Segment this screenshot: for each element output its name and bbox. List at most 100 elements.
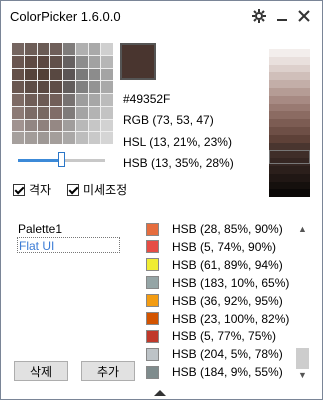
grid-checkbox[interactable]: 격자 bbox=[13, 181, 51, 198]
color-list-item[interactable]: HSB (5, 74%, 90%) bbox=[146, 238, 276, 256]
grid-cell[interactable] bbox=[88, 43, 101, 55]
gradient-step[interactable] bbox=[269, 181, 310, 190]
grid-cell[interactable] bbox=[50, 43, 62, 55]
grid-cell[interactable] bbox=[12, 106, 24, 119]
gradient-step[interactable] bbox=[269, 189, 310, 198]
palette-list[interactable]: Palette1 Flat UI bbox=[17, 221, 127, 253]
grid-cell[interactable] bbox=[12, 94, 24, 106]
grid-cell[interactable] bbox=[63, 55, 75, 68]
gradient-step[interactable] bbox=[269, 134, 310, 143]
gradient-step[interactable] bbox=[269, 111, 310, 120]
hsl-value[interactable]: HSL (13, 21%, 23%) bbox=[123, 135, 232, 149]
grid-cell[interactable] bbox=[101, 81, 113, 93]
gradient-step[interactable] bbox=[269, 56, 310, 65]
hsb-value[interactable]: HSB (13, 35%, 28%) bbox=[123, 156, 234, 170]
gradient-step[interactable] bbox=[269, 95, 310, 104]
scroll-thumb[interactable] bbox=[296, 348, 309, 369]
grid-cell[interactable] bbox=[88, 132, 101, 144]
grid-cell[interactable] bbox=[63, 43, 75, 55]
gradient-step[interactable] bbox=[269, 64, 310, 73]
grid-cell[interactable] bbox=[101, 68, 113, 81]
grid-cell[interactable] bbox=[50, 55, 62, 68]
grid-cell[interactable] bbox=[63, 68, 75, 81]
grid-cell[interactable] bbox=[88, 119, 101, 132]
grid-cell[interactable] bbox=[50, 119, 62, 132]
grid-cell[interactable] bbox=[50, 106, 62, 119]
gradient-step[interactable] bbox=[269, 103, 310, 112]
color-grid[interactable] bbox=[12, 43, 113, 144]
grid-cell[interactable] bbox=[75, 68, 88, 81]
palette-item[interactable]: Palette1 bbox=[17, 221, 127, 237]
color-list-item[interactable]: HSB (61, 89%, 94%) bbox=[146, 256, 283, 274]
grid-cell[interactable] bbox=[12, 43, 24, 55]
slider-thumb[interactable] bbox=[57, 152, 65, 167]
hex-value[interactable]: #49352F bbox=[123, 92, 170, 106]
delete-button[interactable]: 삭제 bbox=[14, 361, 68, 381]
grid-cell[interactable] bbox=[24, 132, 37, 144]
checkbox-icon[interactable] bbox=[67, 183, 79, 196]
grid-cell[interactable] bbox=[75, 43, 88, 55]
grid-cell[interactable] bbox=[75, 119, 88, 132]
color-list-item[interactable]: HSB (204, 5%, 78%) bbox=[146, 345, 283, 363]
grid-cell[interactable] bbox=[37, 68, 50, 81]
grid-cell[interactable] bbox=[101, 55, 113, 68]
grid-cell[interactable] bbox=[88, 68, 101, 81]
fine-tune-checkbox[interactable]: 미세조정 bbox=[67, 181, 127, 198]
grid-cell[interactable] bbox=[101, 106, 113, 119]
grid-cell[interactable] bbox=[88, 81, 101, 93]
grid-cell[interactable] bbox=[37, 132, 50, 144]
grid-cell[interactable] bbox=[37, 94, 50, 106]
color-list-item[interactable]: HSB (28, 85%, 90%) bbox=[146, 220, 283, 238]
color-list-item[interactable]: HSB (184, 9%, 55%) bbox=[146, 363, 283, 381]
grid-cell[interactable] bbox=[63, 119, 75, 132]
color-list-item[interactable]: HSB (183, 10%, 65%) bbox=[146, 274, 289, 292]
grid-cell[interactable] bbox=[101, 43, 113, 55]
grid-cell[interactable] bbox=[75, 81, 88, 93]
gradient-step[interactable] bbox=[269, 173, 310, 182]
grid-cell[interactable] bbox=[75, 132, 88, 144]
gradient-step[interactable] bbox=[269, 87, 310, 96]
grid-cell[interactable] bbox=[50, 68, 62, 81]
grid-cell[interactable] bbox=[24, 68, 37, 81]
grid-cell[interactable] bbox=[63, 106, 75, 119]
grid-cell[interactable] bbox=[24, 106, 37, 119]
grid-cell[interactable] bbox=[12, 119, 24, 132]
grid-cell[interactable] bbox=[75, 55, 88, 68]
gradient-step[interactable] bbox=[269, 126, 310, 135]
grid-cell[interactable] bbox=[37, 119, 50, 132]
grid-cell[interactable] bbox=[63, 132, 75, 144]
expand-arrow-icon[interactable] bbox=[154, 390, 166, 396]
grid-cell[interactable] bbox=[24, 81, 37, 93]
grid-cell[interactable] bbox=[12, 68, 24, 81]
color-list-item[interactable]: HSB (23, 100%, 82%) bbox=[146, 310, 289, 328]
add-button[interactable]: 추가 bbox=[81, 361, 135, 381]
rgb-value[interactable]: RGB (73, 53, 47) bbox=[123, 113, 214, 127]
grid-cell[interactable] bbox=[37, 106, 50, 119]
grid-cell[interactable] bbox=[75, 106, 88, 119]
grid-cell[interactable] bbox=[12, 81, 24, 93]
grid-cell[interactable] bbox=[24, 119, 37, 132]
grid-cell[interactable] bbox=[63, 81, 75, 93]
gradient-step[interactable] bbox=[269, 119, 310, 127]
scrollbar[interactable]: ▲ ▼ bbox=[294, 220, 311, 382]
grid-cell[interactable] bbox=[50, 81, 62, 93]
grid-cell[interactable] bbox=[24, 55, 37, 68]
grid-cell[interactable] bbox=[12, 132, 24, 144]
grid-cell[interactable] bbox=[24, 43, 37, 55]
checkbox-icon[interactable] bbox=[13, 183, 25, 196]
grid-cell[interactable] bbox=[101, 94, 113, 106]
gear-icon[interactable] bbox=[249, 5, 269, 27]
gradient-step[interactable] bbox=[269, 49, 310, 57]
grid-cell[interactable] bbox=[50, 132, 62, 144]
minimize-icon[interactable] bbox=[272, 5, 292, 27]
grid-cell[interactable] bbox=[63, 94, 75, 106]
grid-cell[interactable] bbox=[50, 94, 62, 106]
grid-cell[interactable] bbox=[88, 94, 101, 106]
gradient-step[interactable] bbox=[269, 72, 310, 81]
color-list-item[interactable]: HSB (36, 92%, 95%) bbox=[146, 292, 283, 310]
grid-cell[interactable] bbox=[101, 132, 113, 144]
grid-cell[interactable] bbox=[88, 106, 101, 119]
scroll-up-icon[interactable]: ▲ bbox=[296, 222, 309, 235]
grid-cell[interactable] bbox=[88, 55, 101, 68]
grid-cell[interactable] bbox=[37, 43, 50, 55]
